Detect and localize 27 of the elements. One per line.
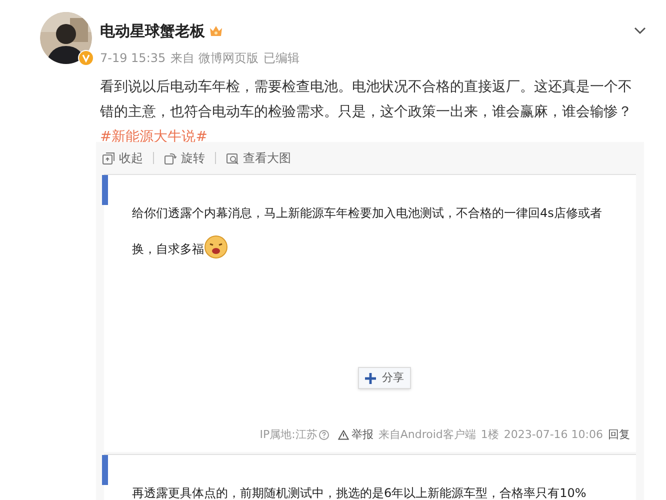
reply-text: 给你们透露个内幕消息，马上新能源车年检要加入电池测试，不合格的一律回4s店修或者换，自求多福	[132, 195, 624, 267]
floor-marker	[102, 455, 108, 485]
collapse-icon	[102, 152, 115, 164]
toolbar-button[interactable]: 旋转	[164, 149, 205, 167]
edited-label: 已编辑	[263, 50, 300, 66]
help-icon[interactable]	[319, 430, 330, 440]
verified-badge-icon	[78, 50, 94, 66]
toolbar-button[interactable]: 收起	[102, 149, 143, 167]
crown-icon	[209, 25, 223, 38]
reply-link[interactable]: 回复	[608, 427, 630, 444]
post-source: 来自 微博网页版	[170, 50, 258, 66]
reply-date: 2023-07-16 10:06	[504, 427, 603, 443]
client-source: 来自Android客户端	[378, 427, 476, 443]
enlarge-icon	[226, 152, 239, 164]
floor-marker	[102, 175, 108, 205]
warning-icon	[338, 430, 350, 440]
rotate-icon	[164, 152, 177, 164]
report-link[interactable]: 举报	[338, 427, 374, 444]
toolbar-button[interactable]: 查看大图	[226, 149, 291, 167]
post-time[interactable]: 7-19 15:35	[100, 48, 166, 66]
plus-icon	[365, 372, 376, 384]
share-button[interactable]: 分享	[358, 367, 411, 389]
floor-number: 1楼	[480, 427, 499, 443]
ip-location: IP属地:江苏	[260, 427, 318, 443]
chevron-down-icon[interactable]	[634, 27, 646, 36]
reply-text: 再透露更具体点的，前期随机测试中，挑选的是6年以上新能源车型，合格率只有10%	[132, 485, 588, 500]
author-name[interactable]: 电动星球蟹老板	[100, 20, 205, 42]
